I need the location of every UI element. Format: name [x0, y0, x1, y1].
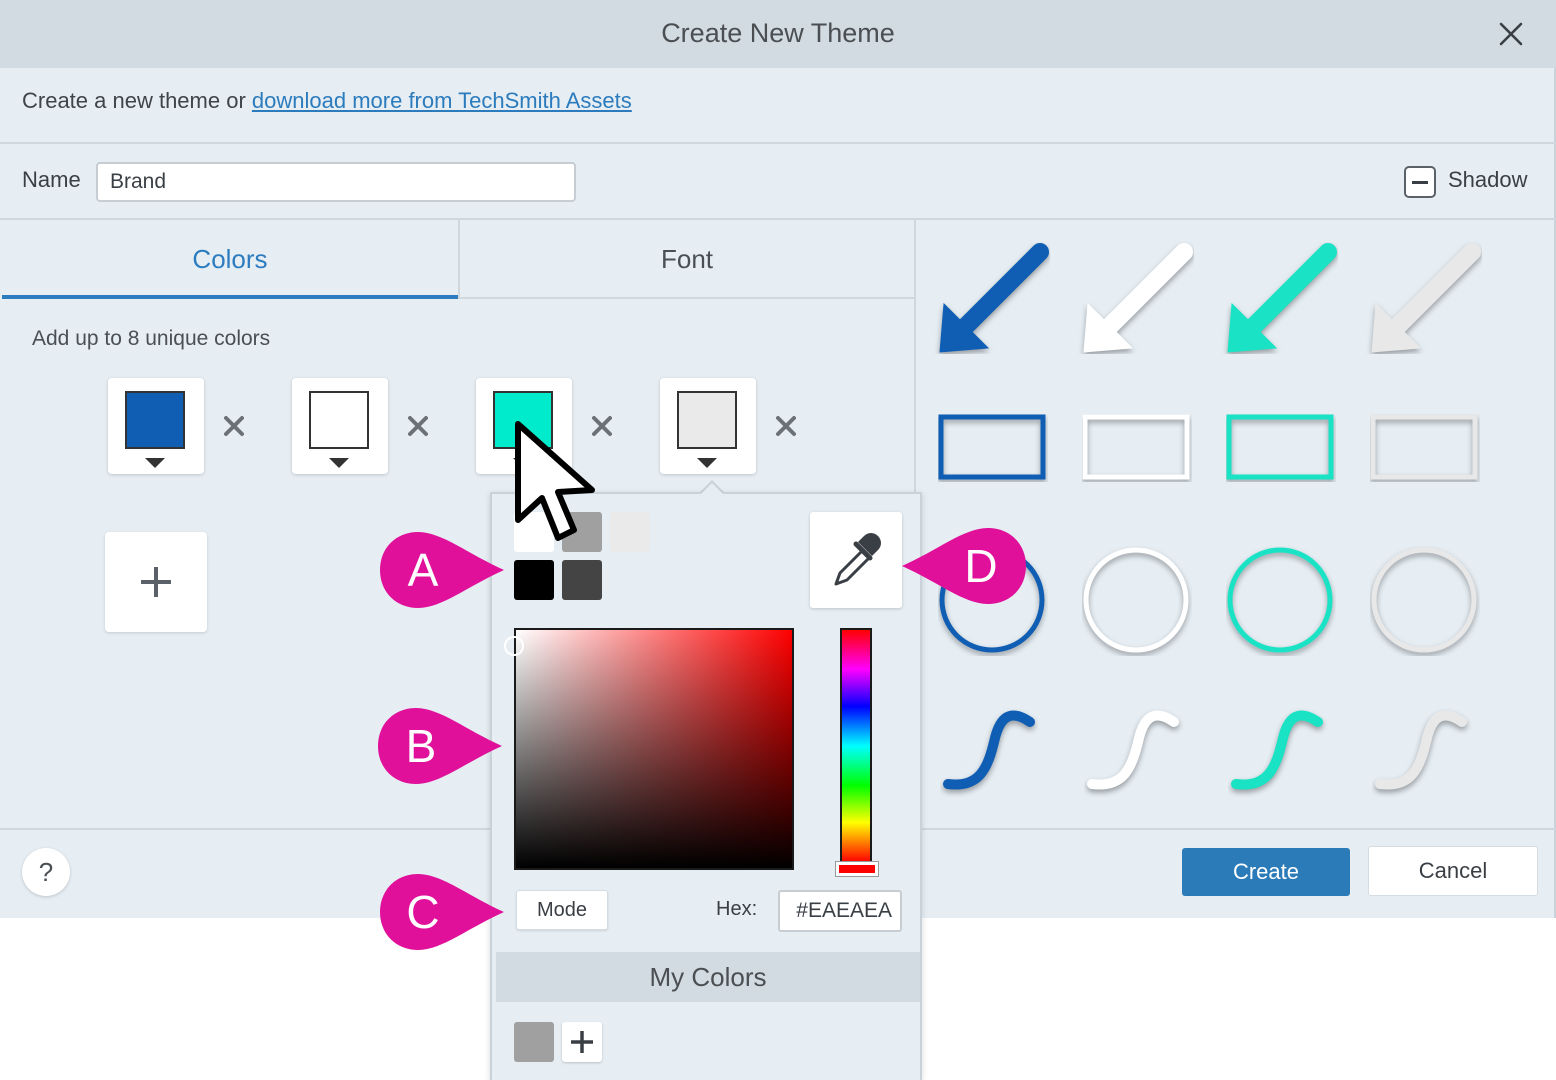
intro-label: Create a new theme or — [22, 88, 252, 113]
name-label: Name — [22, 167, 81, 192]
rect-shape — [1370, 414, 1478, 480]
curve-preview-2 — [1087, 710, 1179, 790]
plus-icon — [141, 567, 171, 597]
help-button[interactable]: ? — [22, 848, 70, 896]
remove-x-icon — [224, 416, 244, 436]
preset-color[interactable] — [610, 512, 650, 552]
divider — [0, 142, 1556, 144]
shadow-checkbox[interactable] — [1404, 166, 1436, 198]
caret-down-icon — [145, 458, 165, 468]
rect-shape — [1082, 414, 1190, 480]
tab-underline — [458, 297, 914, 299]
arrow-shape — [939, 243, 1049, 353]
tab-font[interactable]: Font — [459, 220, 915, 298]
callout-a: A — [378, 530, 508, 610]
swatch-fill — [309, 391, 369, 449]
color-swatch-1[interactable] — [108, 378, 204, 474]
eyedropper-icon — [834, 533, 881, 586]
arrow-preview-2 — [1083, 243, 1193, 353]
rect-preview-2 — [1082, 414, 1190, 480]
curve-preview-4 — [1375, 710, 1467, 790]
tab-colors[interactable]: Colors — [2, 220, 458, 298]
circle-shape — [1083, 547, 1189, 653]
rect-shape — [1226, 414, 1334, 480]
sv-handle[interactable] — [504, 636, 524, 656]
circle-shape — [1227, 547, 1333, 653]
callout-b: B — [376, 706, 506, 786]
close-button[interactable] — [1488, 12, 1534, 56]
callout-d: D — [898, 526, 1028, 606]
remove-color-4-button[interactable] — [768, 408, 804, 444]
arrow-shape — [1371, 243, 1481, 353]
arrow-shape — [1227, 243, 1337, 353]
callout-a-label: A — [407, 544, 439, 596]
active-tab-indicator — [2, 295, 458, 299]
create-button[interactable]: Create — [1182, 848, 1350, 896]
callout-c-label: C — [406, 886, 440, 938]
circle-preview-3 — [1227, 547, 1333, 653]
hue-slider[interactable] — [840, 628, 872, 864]
remove-x-icon — [776, 416, 796, 436]
remove-x-icon — [408, 416, 428, 436]
rect-preview-3 — [1226, 414, 1334, 480]
mouse-pointer-icon — [515, 421, 595, 541]
hex-input[interactable] — [778, 890, 902, 932]
shadow-label: Shadow — [1448, 167, 1528, 192]
curve-shape — [1087, 710, 1179, 790]
arrow-preview-3 — [1227, 243, 1337, 353]
curve-preview-3 — [1231, 710, 1323, 790]
curve-shape — [1231, 710, 1323, 790]
arrow-preview-4 — [1371, 243, 1481, 353]
remove-color-1-button[interactable] — [216, 408, 252, 444]
popup-notch-fill — [700, 483, 724, 495]
arrow-preview-1 — [939, 243, 1049, 353]
my-colors-header: My Colors — [496, 952, 920, 1002]
swatch-fill — [125, 391, 185, 449]
preset-color[interactable] — [514, 560, 554, 600]
intro-text: Create a new theme or download more from… — [22, 88, 632, 114]
dialog-title: Create New Theme — [661, 18, 895, 48]
name-input[interactable] — [96, 162, 576, 202]
curve-shape — [1375, 710, 1467, 790]
circle-preview-2 — [1083, 547, 1189, 653]
color-swatch-4[interactable] — [660, 378, 756, 474]
curve-preview-1 — [943, 710, 1035, 790]
my-color-swatch[interactable] — [514, 1022, 554, 1062]
colors-hint: Add up to 8 unique colors — [32, 327, 271, 350]
curve-shape — [943, 710, 1035, 790]
add-color-button[interactable] — [105, 532, 207, 632]
caret-down-icon — [329, 458, 349, 468]
add-my-color-button[interactable] — [562, 1022, 602, 1062]
indeterminate-icon — [1412, 180, 1428, 184]
rect-preview-1 — [938, 414, 1046, 480]
swatch-fill — [677, 391, 737, 449]
saturation-value-picker[interactable] — [514, 628, 794, 870]
close-icon — [1499, 22, 1523, 46]
plus-icon — [571, 1031, 593, 1053]
mode-button[interactable]: Mode — [516, 890, 608, 930]
preset-color[interactable] — [562, 560, 602, 600]
cancel-button[interactable]: Cancel — [1368, 846, 1538, 896]
remove-color-2-button[interactable] — [400, 408, 436, 444]
rect-shape — [938, 414, 1046, 480]
callout-b-label: B — [405, 720, 437, 772]
techsmith-assets-link[interactable]: download more from TechSmith Assets — [252, 88, 632, 113]
color-swatch-2[interactable] — [292, 378, 388, 474]
arrow-shape — [1083, 243, 1193, 353]
hue-slider-handle[interactable] — [835, 861, 879, 877]
eyedropper-button[interactable] — [810, 512, 902, 608]
theme-preview — [918, 222, 1554, 826]
circle-shape — [1371, 547, 1477, 653]
callout-d-label: D — [964, 540, 998, 592]
hex-label: Hex: — [716, 898, 758, 920]
circle-preview-4 — [1371, 547, 1477, 653]
callout-c: C — [378, 872, 508, 952]
rect-preview-4 — [1370, 414, 1478, 480]
caret-down-icon — [697, 458, 717, 468]
